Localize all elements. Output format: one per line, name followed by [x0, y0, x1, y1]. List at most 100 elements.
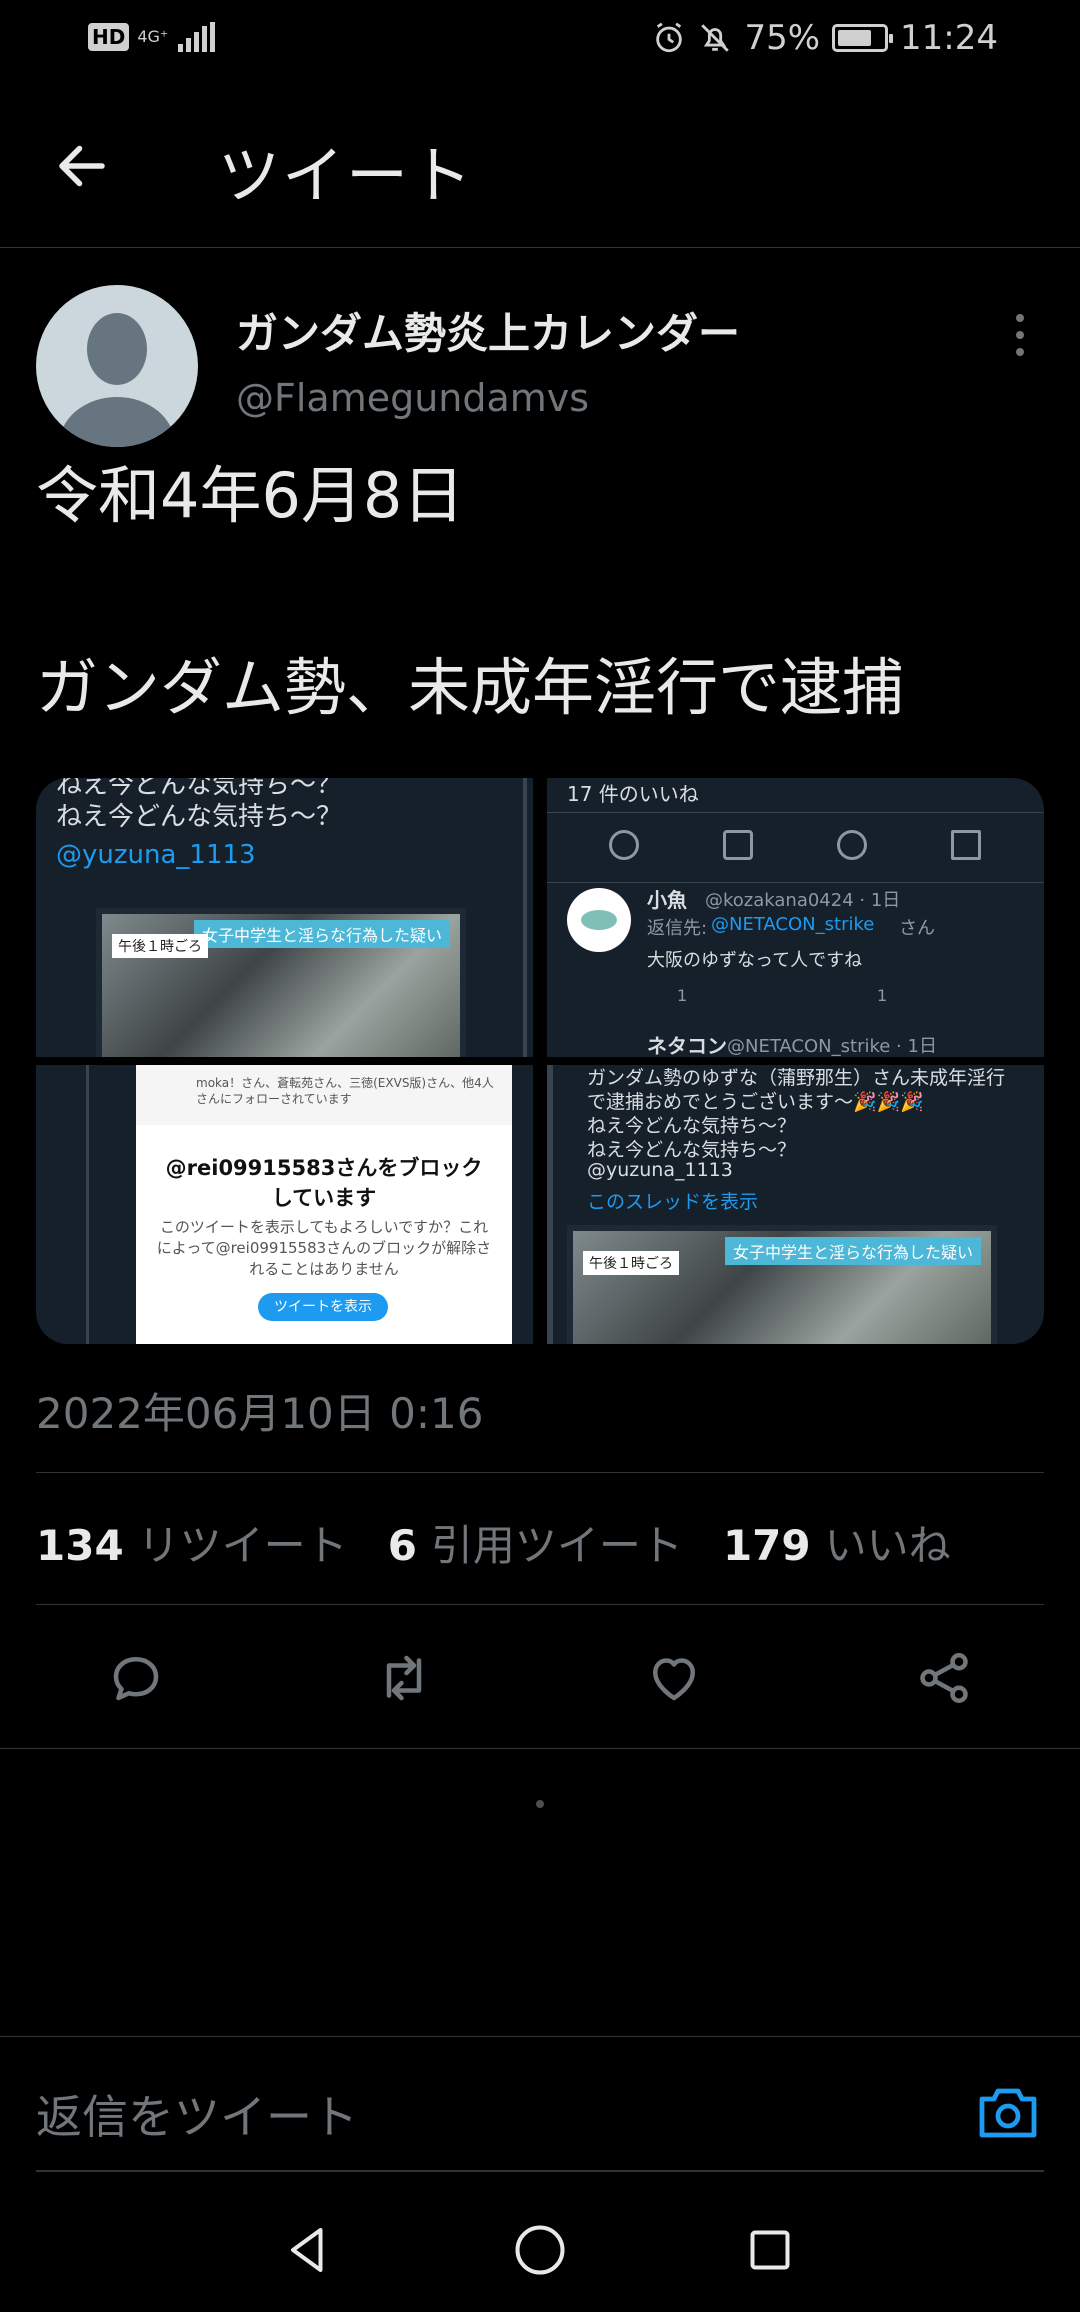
media-text: このツイートを表示してもよろしいですか？これによって@rei09915583さん… [156, 1218, 492, 1278]
battery-percent: 75% [744, 18, 821, 58]
square-recents-icon [750, 2230, 790, 2270]
likes-label: いいね [824, 1521, 951, 1570]
media-text: @NETACON_strike · 1日 [727, 1036, 937, 1057]
media-text: @NETACON_strike [711, 914, 875, 935]
media-text: 1 [877, 986, 888, 1005]
retweet-icon [723, 830, 753, 860]
media-text: @yuzuna_1113 [587, 1159, 733, 1181]
media-text: さん [899, 918, 935, 939]
more-dot-icon [1016, 314, 1024, 322]
divider [36, 1604, 1044, 1605]
triangle-back-icon [291, 2228, 323, 2272]
battery-icon [832, 24, 894, 52]
status-bar-left: HD 4G⁺ [88, 22, 216, 52]
media-text: ネタコン [647, 1034, 727, 1057]
loading-indicator [536, 1800, 544, 1808]
news-label: 午後１時ごろ [112, 934, 208, 958]
quotes-stat[interactable]: 6 引用ツイート [388, 1512, 683, 1573]
tweet-actions [0, 1640, 1080, 1712]
back-button[interactable] [52, 136, 112, 196]
retweet-button[interactable] [374, 1648, 434, 1708]
media-news-photo: 女子中学生と淫らな行為した疑い 午後１時ごろ [96, 908, 466, 1057]
media-scrollbar [523, 778, 527, 1057]
heart-icon [837, 830, 867, 860]
media-image-4[interactable]: ガンダム勢のゆずな（蒲野那生）さん未成年淫行 で逮捕おめでとうございます～🎉🎉🎉… [547, 1065, 1044, 1344]
tweet-text-line: 令和4年6月8日 [36, 459, 465, 532]
media-mention: @yuzuna_1113 [56, 840, 256, 870]
divider [0, 1748, 1080, 1749]
author-avatar[interactable] [36, 285, 198, 447]
signal-icon [178, 22, 216, 52]
reply-underline [36, 2170, 1044, 2172]
share-icon [951, 830, 981, 860]
media-text: 1 [677, 986, 688, 1005]
media-text: 小魚 [647, 888, 687, 912]
clock: 11:24 [900, 18, 998, 58]
news-label: 午後１時ごろ [583, 1251, 679, 1275]
mute-bell-icon [701, 24, 730, 52]
top-app-bar: ツイート [0, 80, 1080, 248]
page-title: ツイート [218, 139, 475, 212]
media-text: ねえ今どんな気持ち～？ [56, 802, 343, 832]
media-text: 17 件のいいね [567, 782, 699, 806]
reply-button[interactable] [106, 1648, 166, 1708]
quotes-label: 引用ツイート [430, 1521, 683, 1570]
camera-icon [979, 2088, 1037, 2138]
system-nav-bar [0, 2180, 1080, 2312]
more-dot-icon [1016, 348, 1024, 356]
media-text: で逮捕おめでとうございます～🎉🎉🎉 [587, 1091, 924, 1113]
nav-recents-button[interactable] [740, 2220, 800, 2280]
retweets-stat[interactable]: 134 リツイート [36, 1512, 348, 1573]
quotes-count: 6 [387, 1521, 417, 1570]
author-handle[interactable]: @Flamegundamvs [236, 376, 589, 420]
retweets-label: リツイート [137, 1521, 348, 1570]
news-banner: 女子中学生と淫らな行為した疑い [724, 1237, 981, 1265]
likes-stat[interactable]: 179 いいね [723, 1512, 951, 1573]
reply-icon [113, 1657, 159, 1701]
arrow-left-icon [59, 145, 105, 187]
retweets-count: 134 [36, 1521, 124, 1570]
media-text: @kozakana0424 · 1日 [705, 890, 901, 911]
status-bar: HD 4G⁺ 75% 11:24 [0, 0, 1080, 80]
circle-home-icon [515, 2225, 565, 2275]
more-dot-icon [1016, 331, 1024, 339]
like-button[interactable] [644, 1648, 704, 1708]
alarm-icon [656, 22, 683, 53]
hd-badge: HD [88, 23, 130, 51]
tweet-stats: 134 リツイート 6 引用ツイート 179 いいね [36, 1512, 951, 1573]
media-text: @rei09915583さんをブロックしています [165, 1156, 483, 1210]
nav-back-button[interactable] [278, 2220, 338, 2280]
camera-button[interactable] [976, 2085, 1040, 2141]
reply-bar: 返信をツイート [0, 2036, 1080, 2170]
likes-count: 179 [722, 1521, 811, 1570]
share-icon [920, 1653, 968, 1703]
reply-icon [609, 830, 639, 860]
media-text: 大阪のゆずなって人ですね [647, 950, 863, 971]
media-text: ねえ今どんな気持ち～？ [587, 1115, 797, 1137]
share-button[interactable] [914, 1648, 974, 1708]
status-bar-right: 75% 11:24 [652, 18, 998, 58]
fish-avatar [567, 888, 631, 952]
more-options-button[interactable] [1000, 310, 1040, 360]
tweet-text: 令和4年6月8日 ガンダム勢、未成年淫行で逮捕 [36, 448, 1046, 736]
media-image-3[interactable]: moka！さん、蒼転苑さん、三徳(EXVS版)さん、他4人さんにフォローされてい… [36, 1065, 533, 1344]
media-text: このスレッドを表示 [587, 1191, 759, 1213]
heart-icon [653, 1658, 695, 1701]
media-text: moka！さん、蒼転苑さん、三徳(EXVS版)さん、他4人さんにフォローされてい… [136, 1065, 512, 1125]
network-type: 4G⁺ [137, 27, 169, 46]
media-grid: ねえ今どんな気持ち～？ ねえ今どんな気持ち～？ @yuzuna_1113 女子中… [36, 778, 1044, 1344]
divider [36, 1472, 1044, 1473]
author-display-name[interactable]: ガンダム勢炎上カレンダー [236, 300, 740, 361]
default-profile-icon [59, 313, 175, 447]
tweet-text-line: ガンダム勢、未成年淫行で逮捕 [36, 651, 905, 724]
media-image-2[interactable]: 17 件のいいね 小魚 @kozakana0424 · 1日 返信先: @NET… [547, 778, 1044, 1057]
retweet-icon [386, 1655, 422, 1701]
reply-input[interactable]: 返信をツイート [36, 2081, 358, 2147]
news-banner: 女子中学生と淫らな行為した疑い [193, 920, 450, 948]
media-text: 返信先: [647, 918, 708, 939]
tweet-timestamp: 2022年06月10日 0:16 [36, 1389, 484, 1438]
media-news-photo: 女子中学生と淫らな行為した疑い 午後１時ごろ [567, 1225, 997, 1344]
media-text: ねえ今どんな気持ち～？ [587, 1139, 797, 1161]
nav-home-button[interactable] [510, 2220, 570, 2280]
media-image-1[interactable]: ねえ今どんな気持ち～？ ねえ今どんな気持ち～？ @yuzuna_1113 女子中… [36, 778, 533, 1057]
